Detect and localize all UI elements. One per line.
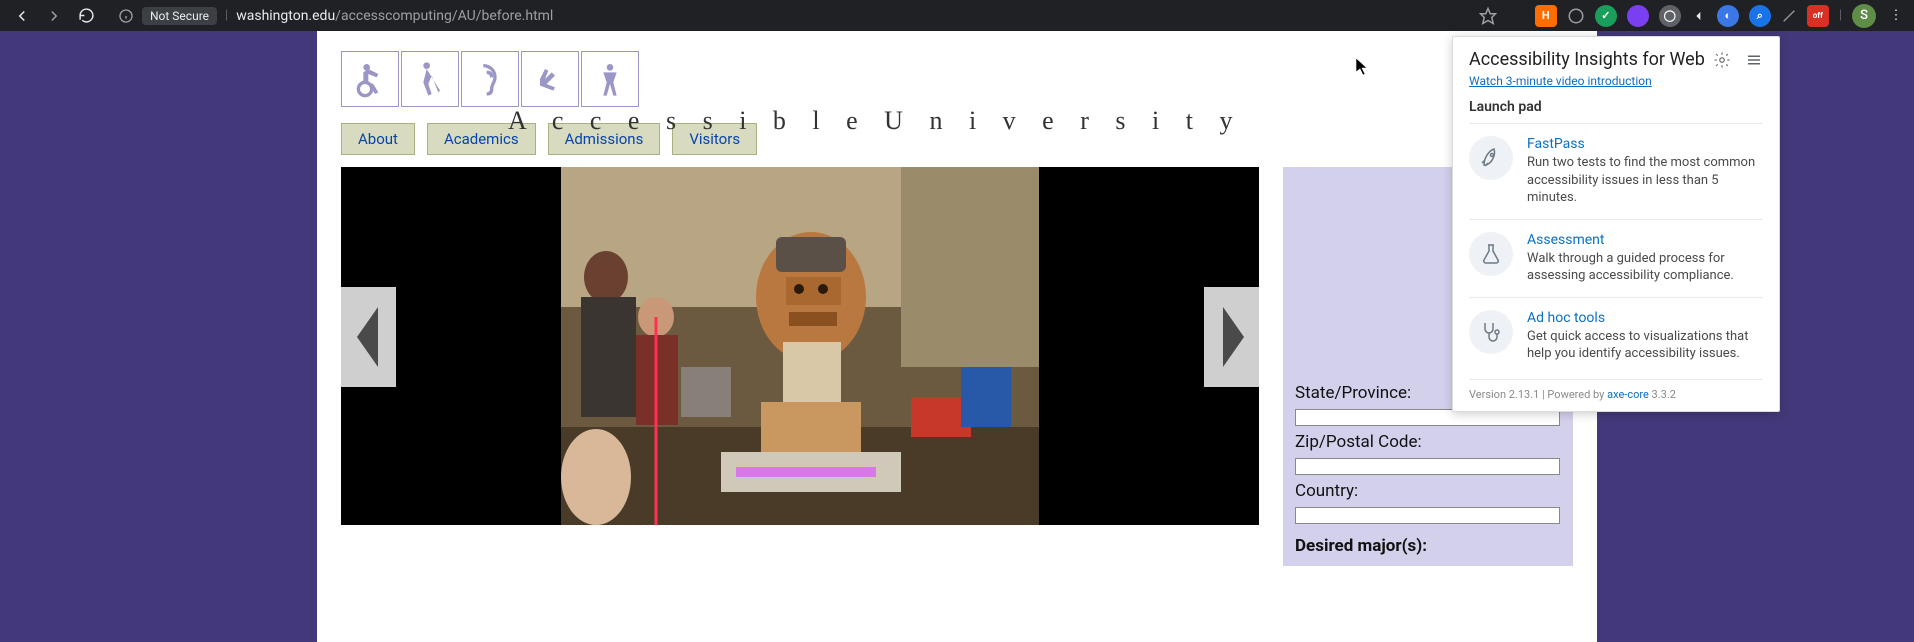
page-content: A c c e s s i b l e U n i v e r s i t y … [317, 31, 1597, 642]
extension-camera-icon[interactable]: ◯ [1659, 5, 1681, 27]
panel-title: Accessibility Insights for Web [1469, 49, 1705, 70]
country-input[interactable] [1295, 507, 1560, 524]
adhoc-item[interactable]: Ad hoc tools Get quick access to visuali… [1469, 297, 1763, 375]
fastpass-title: FastPass [1527, 136, 1763, 152]
extension-h-icon[interactable]: H [1535, 5, 1557, 27]
info-icon [118, 8, 134, 24]
adhoc-desc: Get quick access to visualizations that … [1527, 328, 1763, 363]
browser-toolbar: Not Secure | washington.edu/accesscomput… [0, 0, 1914, 31]
nav-academics[interactable]: Academics [427, 123, 536, 155]
carousel-next-button[interactable] [1204, 287, 1259, 387]
extension-pen-icon[interactable] [1781, 8, 1797, 24]
assessment-desc: Walk through a guided process for assess… [1527, 250, 1763, 285]
fastpass-item[interactable]: FastPass Run two tests to find the most … [1469, 123, 1763, 219]
forward-button[interactable] [40, 2, 68, 30]
extension-caret-icon[interactable] [1691, 8, 1707, 24]
adhoc-title: Ad hoc tools [1527, 310, 1763, 326]
carousel-image [561, 167, 1039, 525]
stethoscope-icon [1469, 310, 1513, 354]
country-label: Country: [1295, 481, 1561, 501]
logo-tile-cane-icon [401, 51, 459, 107]
security-badge: Not Secure [142, 7, 217, 25]
carousel-prev-button[interactable] [341, 287, 396, 387]
gear-icon[interactable] [1713, 51, 1731, 69]
extension-blue1-icon[interactable]: ◐ [1717, 5, 1739, 27]
back-button[interactable] [8, 2, 36, 30]
extension-green-icon[interactable]: ✓ [1595, 5, 1617, 27]
nav-about[interactable]: About [341, 123, 415, 155]
browser-menu-icon[interactable]: ⋮ [1886, 2, 1906, 30]
site-logo[interactable] [341, 51, 1573, 107]
assessment-title: Assessment [1527, 232, 1763, 248]
image-carousel [341, 167, 1259, 525]
launch-pad-heading: Launch pad [1469, 99, 1763, 115]
logo-tile-person-icon [581, 51, 639, 107]
axe-core-link[interactable]: axe-core [1607, 388, 1649, 401]
fastpass-desc: Run two tests to find the most common ac… [1527, 154, 1763, 207]
profile-avatar[interactable]: S [1852, 4, 1876, 28]
reload-button[interactable] [72, 2, 100, 30]
url-text: washington.edu/accesscomputing/AU/before… [236, 8, 553, 24]
main-nav: About Academics Admissions Visitors [341, 123, 1573, 155]
rocket-icon [1469, 136, 1513, 180]
zip-label: Zip/Postal Code: [1295, 432, 1561, 452]
major-label: Desired major(s): [1295, 536, 1561, 556]
toolbar-actions: H ✓ ◯ ◐ ⌕ off | S ⋮ [1479, 2, 1906, 30]
logo-tile-hands-icon [521, 51, 579, 107]
nav-visitors[interactable]: Visitors [672, 123, 757, 155]
beaker-icon [1469, 232, 1513, 276]
extension-off-icon[interactable]: off [1807, 5, 1829, 27]
logo-tile-ear-icon [461, 51, 519, 107]
zip-input[interactable] [1295, 458, 1560, 475]
extension-eye-icon[interactable] [1567, 7, 1585, 25]
accessibility-insights-icon[interactable]: ⌕ [1749, 5, 1771, 27]
nav-admissions[interactable]: Admissions [548, 123, 661, 155]
logo-tile-wheelchair-icon [341, 51, 399, 107]
address-bar[interactable]: Not Secure | washington.edu/accesscomput… [108, 2, 1471, 30]
panel-footer: Version 2.13.1 | Powered by axe-core 3.3… [1469, 379, 1763, 401]
accessibility-insights-panel: Accessibility Insights for Web Watch 3-m… [1452, 36, 1780, 412]
bookmark-icon[interactable] [1479, 7, 1497, 25]
intro-video-link[interactable]: Watch 3-minute video introduction [1469, 74, 1652, 88]
extension-purple-icon[interactable] [1627, 5, 1649, 27]
assessment-item[interactable]: Assessment Walk through a guided process… [1469, 219, 1763, 297]
hamburger-icon[interactable] [1745, 51, 1763, 69]
